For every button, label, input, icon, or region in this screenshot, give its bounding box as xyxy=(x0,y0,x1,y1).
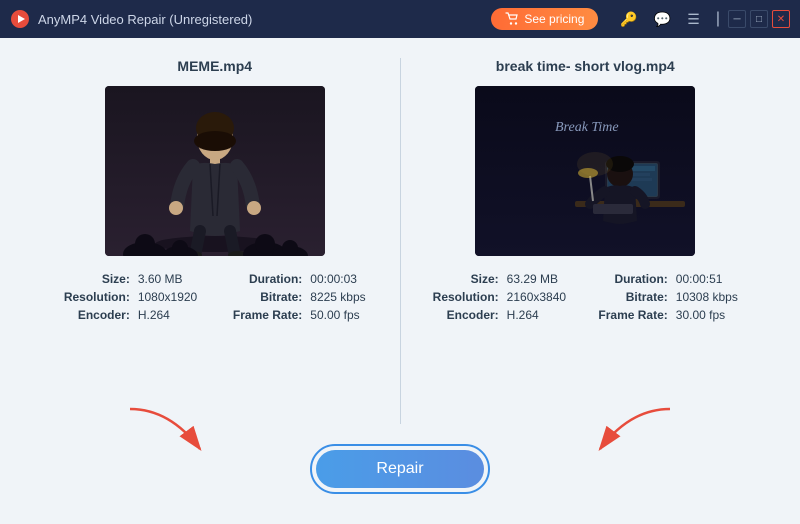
right-size-label: Size: xyxy=(421,272,499,286)
repair-area: Repair xyxy=(30,434,770,504)
right-framerate-label: Frame Rate: xyxy=(586,308,668,322)
chat-icon[interactable]: 💬 xyxy=(650,9,675,30)
right-bitrate-label: Bitrate: xyxy=(586,290,668,304)
close-button[interactable]: ✕ xyxy=(772,10,790,28)
maximize-button[interactable]: □ xyxy=(750,10,768,28)
left-resolution-label: Resolution: xyxy=(50,290,130,304)
right-framerate-value: 30.00 fps xyxy=(676,308,750,322)
right-bitrate-value: 10308 kbps xyxy=(676,290,750,304)
right-duration-label: Duration: xyxy=(586,272,668,286)
left-encoder-value: H.264 xyxy=(138,308,211,322)
right-duration-value: 00:00:51 xyxy=(676,272,750,286)
left-thumb-image xyxy=(105,86,325,256)
menu-icon[interactable]: ☰ xyxy=(683,9,704,30)
right-resolution-label: Resolution: xyxy=(421,290,499,304)
left-duration-label: Duration: xyxy=(219,272,302,286)
right-encoder-label: Encoder: xyxy=(421,308,499,322)
titlebar: AnyMP4 Video Repair (Unregistered) See p… xyxy=(0,0,800,38)
left-bitrate-value: 8225 kbps xyxy=(310,290,379,304)
left-bitrate-label: Bitrate: xyxy=(219,290,302,304)
app-logo xyxy=(10,9,30,29)
left-framerate-label: Frame Rate: xyxy=(219,308,302,322)
svg-text:Break Time: Break Time xyxy=(555,120,619,135)
repair-button-wrapper: Repair xyxy=(310,444,489,494)
window-controls: | ─ □ ✕ xyxy=(712,10,790,28)
titlebar-icons: 🔑 💬 ☰ xyxy=(616,9,703,30)
left-framerate-value: 50.00 fps xyxy=(310,308,379,322)
right-size-value: 63.29 MB xyxy=(507,272,579,286)
right-video-panel: break time- short vlog.mp4 Break Time xyxy=(400,58,771,424)
pricing-button[interactable]: See pricing xyxy=(491,8,598,30)
left-resolution-value: 1080x1920 xyxy=(138,290,211,304)
left-video-meta: Size: 3.60 MB Duration: 00:00:03 Resolut… xyxy=(50,272,380,322)
left-video-thumbnail xyxy=(105,86,325,256)
app-title: AnyMP4 Video Repair (Unregistered) xyxy=(38,12,491,27)
right-video-filename: break time- short vlog.mp4 xyxy=(496,58,675,74)
left-size-label: Size: xyxy=(50,272,130,286)
left-duration-value: 00:00:03 xyxy=(310,272,379,286)
left-size-value: 3.60 MB xyxy=(138,272,211,286)
videos-container: MEME.mp4 xyxy=(30,58,770,424)
cart-icon xyxy=(505,12,519,26)
left-video-filename: MEME.mp4 xyxy=(177,58,252,74)
right-video-meta: Size: 63.29 MB Duration: 00:00:51 Resolu… xyxy=(421,272,751,322)
minimize-button[interactable]: ─ xyxy=(728,10,746,28)
main-content: MEME.mp4 xyxy=(0,38,800,524)
left-video-panel: MEME.mp4 xyxy=(30,58,400,424)
right-thumb-image: Break Time xyxy=(475,86,695,256)
key-icon[interactable]: 🔑 xyxy=(616,9,641,30)
right-video-thumbnail: Break Time xyxy=(475,86,695,256)
right-resolution-value: 2160x3840 xyxy=(507,290,579,304)
left-encoder-label: Encoder: xyxy=(50,308,130,322)
right-encoder-value: H.264 xyxy=(507,308,579,322)
repair-button[interactable]: Repair xyxy=(316,450,483,488)
